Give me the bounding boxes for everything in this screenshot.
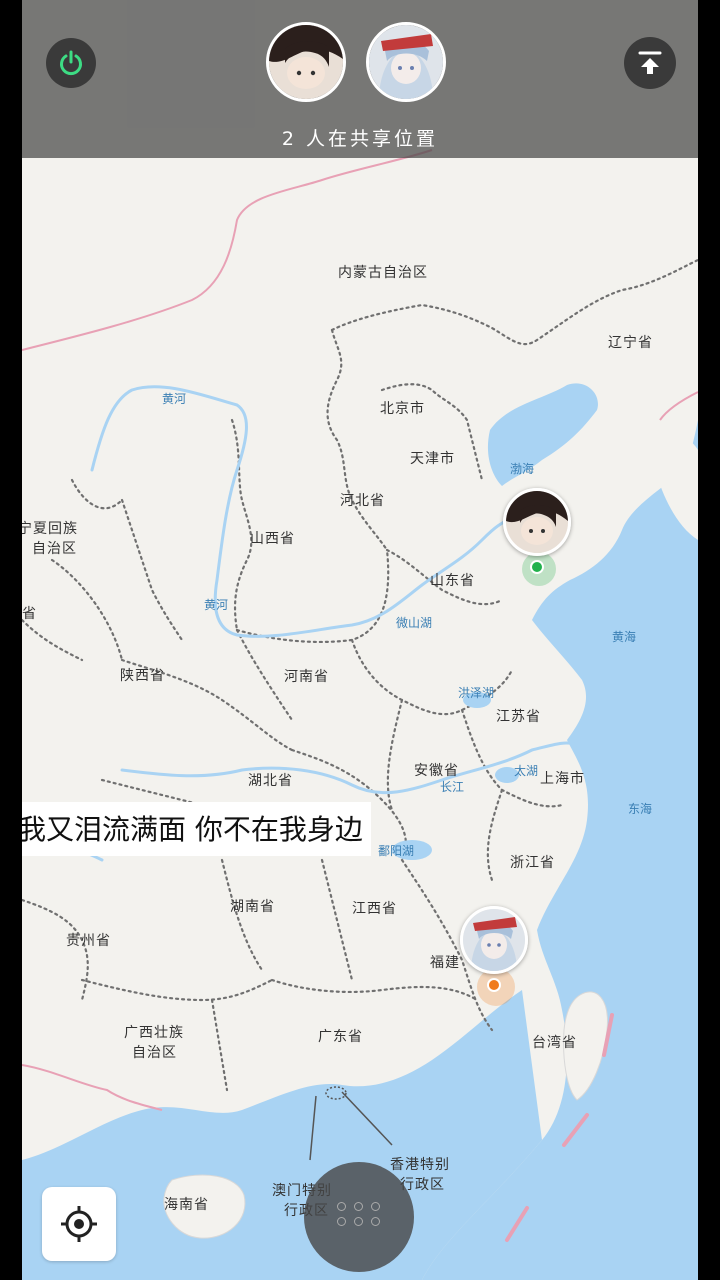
label-fujian: 福建: [430, 955, 460, 971]
label-hubei: 湖北省: [248, 773, 293, 789]
map-view[interactable]: [22, 0, 698, 1280]
label-shaanxi: 陕西省: [120, 668, 165, 684]
arrow-up-to-line-icon: [638, 51, 662, 74]
power-button[interactable]: [46, 38, 96, 88]
label-ningxia-2: 自治区: [32, 541, 77, 557]
label-beijing: 北京市: [380, 401, 425, 417]
video-subtitle: 我又泪流满面 你不在我身边: [22, 802, 371, 856]
locate-me-button[interactable]: [42, 1187, 116, 1261]
label-ningxia-1: 宁夏回族: [22, 521, 78, 537]
label-anhui: 安徽省: [414, 763, 459, 779]
label-hunan: 湖南省: [230, 899, 275, 915]
label-hongze-lake: 洪泽湖: [458, 686, 495, 700]
label-hebei: 河北省: [340, 493, 385, 509]
label-zhejiang: 浙江省: [510, 855, 555, 871]
label-hainan: 海南省: [164, 1197, 209, 1213]
label-jiangsu: 江苏省: [496, 709, 541, 725]
label-poyang-lake: 鄱阳湖: [378, 844, 415, 858]
label-hongkong-1: 香港特别: [390, 1157, 450, 1173]
user-1-map-avatar[interactable]: [503, 488, 571, 556]
label-shanxi: 山西省: [250, 531, 295, 547]
floating-assistant-button[interactable]: [304, 1162, 414, 1272]
label-gansu: 省: [22, 606, 37, 622]
label-shanghai: 上海市: [540, 771, 585, 787]
share-status-text: 2 人在共享位置: [281, 128, 439, 150]
label-guizhou: 贵州省: [66, 933, 111, 949]
label-taihu: 太湖: [514, 764, 539, 778]
power-icon: [60, 50, 82, 76]
label-liaoning: 辽宁省: [608, 335, 653, 351]
label-tianjin: 天津市: [410, 451, 455, 467]
user-2-avatar[interactable]: [366, 22, 446, 102]
label-huanghe-2: 黄河: [204, 598, 229, 612]
label-guangdong: 广东省: [318, 1029, 363, 1045]
label-huanghe-1: 黄河: [162, 392, 187, 406]
label-shandong: 山东省: [430, 573, 475, 589]
user-2-map-avatar[interactable]: [460, 906, 528, 974]
user-1-avatar[interactable]: [266, 22, 346, 102]
label-neimenggu: 内蒙古自治区: [338, 265, 428, 281]
label-jiangxi: 江西省: [352, 901, 397, 917]
top-bar: 2 人在共享位置: [22, 0, 698, 158]
map-screen: 内蒙古自治区 辽宁省 北京市 天津市 河北省 山西省 山东省 宁夏回族 自治区 …: [22, 0, 698, 1280]
label-east-sea: 东海: [628, 802, 653, 816]
collapse-button[interactable]: [624, 37, 676, 89]
label-taiwan: 台湾省: [532, 1035, 577, 1051]
label-guangxi-2: 自治区: [132, 1045, 177, 1061]
user-2-location-dot: [487, 978, 501, 992]
label-yellow-sea: 黄海: [612, 630, 637, 644]
user-1-location-dot: [530, 560, 544, 574]
crosshair-icon: [61, 1206, 97, 1242]
label-changjiang: 长江: [440, 780, 465, 794]
label-guangxi-1: 广西壮族: [124, 1025, 184, 1041]
label-bohai: 渤海: [510, 462, 535, 476]
label-weishan-lake: 微山湖: [396, 616, 433, 630]
label-henan: 河南省: [284, 669, 329, 685]
